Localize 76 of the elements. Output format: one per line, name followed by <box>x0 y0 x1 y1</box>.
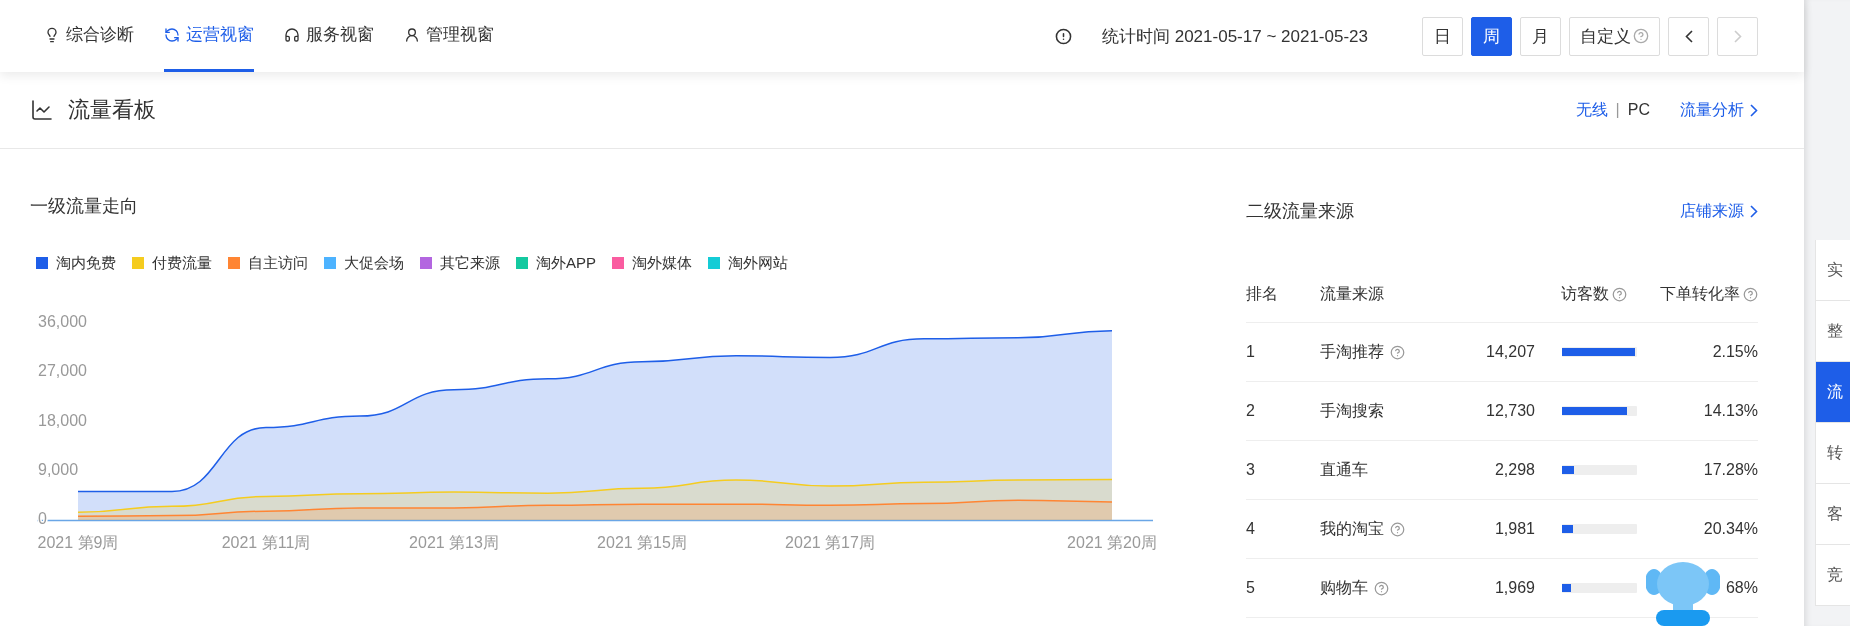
visitors-cell: 14,207 <box>1460 323 1535 382</box>
legend-label: 淘外APP <box>536 253 596 273</box>
chevron-right-icon <box>1733 29 1742 43</box>
rank-cell: 4 <box>1246 500 1320 559</box>
source-cell: 购物车 <box>1320 559 1460 618</box>
line-chart-icon <box>30 98 54 122</box>
side-tab[interactable]: 流 <box>1815 362 1850 423</box>
chevron-right-icon <box>1750 204 1758 218</box>
visitors-cell: 12,730 <box>1460 382 1535 441</box>
period-button[interactable]: 日 <box>1422 16 1463 56</box>
rank-cell: 2 <box>1246 382 1320 441</box>
column-header: 排名 <box>1246 266 1320 323</box>
x-tick-label: 2021 第13周 <box>409 534 499 551</box>
side-tab[interactable]: 实 <box>1815 240 1850 301</box>
x-tick-label: 2021 第11周 <box>221 534 311 551</box>
visitors-cell: 2,298 <box>1460 441 1535 500</box>
legend-label: 自主访问 <box>248 253 308 273</box>
rank-cell: 1 <box>1246 323 1320 382</box>
platform-toggle[interactable]: PC <box>1627 101 1650 119</box>
board-title: 流量看板 <box>68 96 156 124</box>
chevron-left-icon <box>1684 29 1693 43</box>
visitors-cell: 1,981 <box>1460 500 1535 559</box>
nav-tab[interactable]: 管理视窗 <box>404 0 494 72</box>
column-header: 下单转化率 <box>1637 266 1758 323</box>
nav-tab[interactable]: 综合诊断 <box>44 0 134 72</box>
period-button[interactable]: 周 <box>1471 16 1512 56</box>
legend-label: 其它来源 <box>440 253 500 273</box>
rate-cell: 2.15% <box>1637 323 1758 382</box>
store-source-link[interactable]: 店铺来源 <box>1680 200 1758 222</box>
rate-cell: 20.34% <box>1637 500 1758 559</box>
y-tick-label: 9,000 <box>38 460 79 478</box>
platform-toggle[interactable]: 无线 <box>1575 99 1608 121</box>
legend-label: 付费流量 <box>152 253 212 273</box>
legend-label: 淘外网站 <box>728 253 788 273</box>
analysis-link[interactable]: 流量分析 <box>1680 99 1758 121</box>
x-tick-label: 2021 第9周 <box>37 534 119 551</box>
lightbulb-icon <box>44 26 60 43</box>
x-tick-label: 2021 第15周 <box>597 534 687 551</box>
stat-time: 统计时间 2021-05-17 ~ 2021-05-23 <box>1102 25 1368 48</box>
rank-cell: 5 <box>1246 559 1320 618</box>
y-tick-label: 27,000 <box>38 362 87 380</box>
nav-tab[interactable]: 服务视窗 <box>284 0 374 72</box>
side-tab[interactable]: 转 <box>1815 423 1850 484</box>
person-icon <box>404 26 420 43</box>
column-header: 访客数 <box>1460 266 1637 323</box>
legend-label: 淘内免费 <box>56 253 116 273</box>
source-cell: 手淘搜索 <box>1320 382 1460 441</box>
section-title: 二级流量来源 <box>1246 200 1354 223</box>
period-button[interactable]: 自定义 <box>1569 16 1660 56</box>
mascot-drawing[interactable] <box>1646 560 1720 626</box>
separator: | <box>1615 101 1620 119</box>
side-tab[interactable]: 客 <box>1815 484 1850 545</box>
rank-cell: 3 <box>1246 441 1320 500</box>
chevron-right-icon <box>1750 103 1758 117</box>
info-icon[interactable] <box>1055 27 1072 45</box>
source-cell: 手淘推荐 <box>1320 323 1460 382</box>
legend-label: 大促会场 <box>344 253 404 273</box>
source-cell: 直通车 <box>1320 441 1460 500</box>
previous-button[interactable] <box>1668 16 1709 56</box>
section-title: 一级流量走向 <box>30 195 139 218</box>
visitors-cell: 1,969 <box>1460 559 1535 618</box>
source-cell: 我的淘宝 <box>1320 500 1460 559</box>
side-tab[interactable]: 整 <box>1815 301 1850 362</box>
x-tick-label: 2021 第17周 <box>785 534 875 551</box>
headphones-icon <box>284 26 300 43</box>
legend-label: 淘外媒体 <box>632 253 692 273</box>
y-tick-label: 18,000 <box>38 411 87 429</box>
rate-cell: 14.13% <box>1637 382 1758 441</box>
rate-cell: 17.28% <box>1637 441 1758 500</box>
x-tick-label: 2021 第20周 <box>1067 534 1157 551</box>
column-header: 流量来源 <box>1320 266 1460 323</box>
nav-tab[interactable]: 运营视窗 <box>164 0 254 72</box>
side-tab[interactable]: 竞 <box>1815 545 1850 606</box>
period-button[interactable]: 月 <box>1520 16 1561 56</box>
refresh-icon <box>164 26 180 43</box>
y-tick-label: 36,000 <box>38 313 87 331</box>
